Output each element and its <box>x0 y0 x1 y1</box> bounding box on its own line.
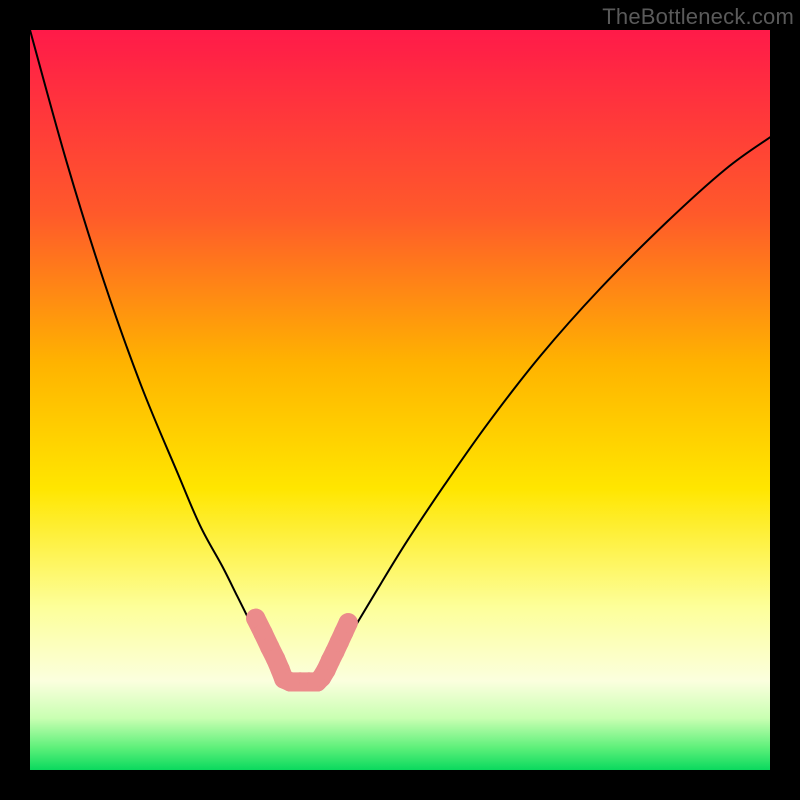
curve-group <box>30 30 770 678</box>
series-left-branch <box>30 30 282 678</box>
plot-area <box>30 30 770 770</box>
attribution-label: TheBottleneck.com <box>602 4 794 30</box>
marker-dot <box>339 613 358 632</box>
chart-frame: TheBottleneck.com <box>0 0 800 800</box>
series-right-branch <box>322 137 770 677</box>
curve-overlay <box>30 30 770 770</box>
marker-group <box>246 609 358 692</box>
